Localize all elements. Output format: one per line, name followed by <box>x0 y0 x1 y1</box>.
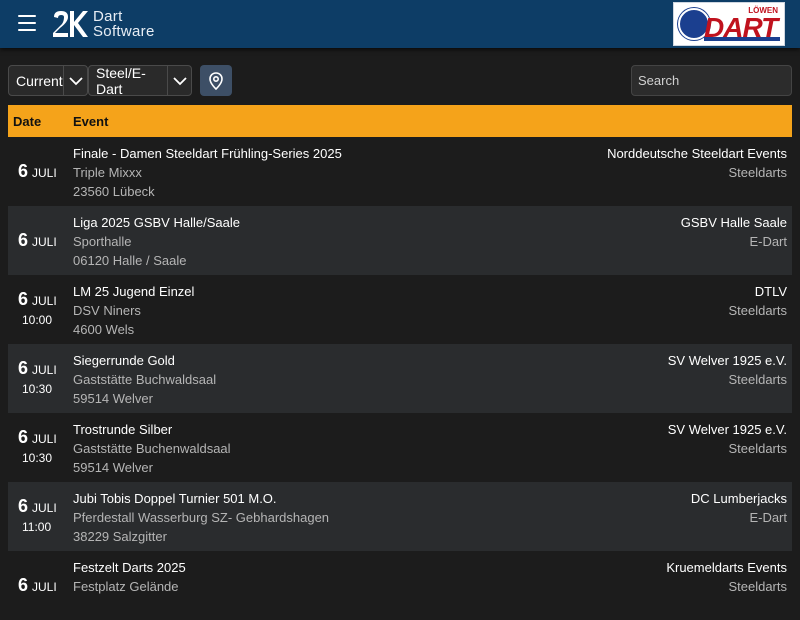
event-row[interactable]: 6 JULI 10:30 Trostrunde Silber Gaststätte Bu… <box>8 413 792 482</box>
event-row[interactable]: 6 JULI Festzelt Darts 2025 Festplatz Geländ… <box>8 551 792 620</box>
events-table-header: Date Event <box>8 105 792 137</box>
event-type: Steeldarts <box>728 165 787 180</box>
event-title: Festzelt Darts 2025 <box>73 560 186 575</box>
event-organizer: Kruemeldarts Events <box>666 560 787 575</box>
event-day: 6 <box>18 358 29 378</box>
event-title: LM 25 Jugend Einzel <box>73 284 195 299</box>
event-city: 38229 Salzgitter <box>73 529 167 544</box>
location-filter-button[interactable] <box>200 65 232 96</box>
events-list: 6 JULI Finale - Damen Steeldart Frühling-S… <box>8 137 792 620</box>
event-day: 6 <box>18 161 29 181</box>
period-select-label: Current <box>16 72 63 89</box>
event-type: E-Dart <box>749 510 787 525</box>
event-city: 06120 Halle / Saale <box>73 253 187 268</box>
event-month: JULI <box>32 363 57 377</box>
event-month: JULI <box>32 501 57 515</box>
chevron-down-icon <box>167 66 191 95</box>
event-title: Siegerrunde Gold <box>73 353 175 368</box>
event-city: 4600 Wels <box>73 322 135 337</box>
event-day: 6 <box>18 289 29 309</box>
event-title: Liga 2025 GSBV Halle/Saale <box>73 215 240 230</box>
event-venue: Sporthalle <box>73 234 132 249</box>
event-type: Steeldarts <box>728 441 787 456</box>
event-day: 6 <box>18 427 29 447</box>
partner-logo[interactable]: LÖWEN DART <box>673 2 785 46</box>
event-city: 59514 Welver <box>73 391 153 406</box>
event-city: 59514 Welver <box>73 460 153 475</box>
event-month: JULI <box>32 166 57 180</box>
event-time: 10:00 <box>22 313 53 327</box>
event-day: 6 <box>18 496 29 516</box>
event-row[interactable]: 6 JULI 11:00 Jubi Tobis Doppel Turnier 501 … <box>8 482 792 551</box>
event-venue: Pferdestall Wasserburg SZ- Gebhardshagen <box>73 510 330 525</box>
event-type: Steeldarts <box>728 303 787 318</box>
event-venue: DSV Niners <box>73 303 141 318</box>
column-header-event: Event <box>73 114 109 129</box>
event-venue: Gaststätte Buchwaldsaal <box>73 372 217 387</box>
event-title: Trostrunde Silber <box>73 422 173 437</box>
filter-toolbar: Current Steel/E-Dart <box>0 48 800 104</box>
event-row[interactable]: 6 JULI Finale - Damen Steeldart Frühling-S… <box>8 137 792 206</box>
event-row[interactable]: 6 JULI 10:30 Siegerrunde Gold Gaststätte Buc… <box>8 344 792 413</box>
event-organizer: SV Welver 1925 e.V. <box>667 353 787 368</box>
event-month: JULI <box>32 294 57 308</box>
event-organizer: DC Lumberjacks <box>690 491 787 506</box>
column-header-date: Date <box>13 114 42 129</box>
event-time: 10:30 <box>22 451 53 465</box>
map-pin-icon <box>209 71 223 90</box>
event-type: Steeldarts <box>728 579 787 594</box>
chevron-down-icon <box>63 66 87 95</box>
event-month: JULI <box>32 235 57 249</box>
2k-logo-icon <box>53 11 88 37</box>
event-day: 6 <box>18 230 29 250</box>
event-row[interactable]: 6 JULI 10:00 LM 25 Jugend Einzel DSV Niners 4… <box>8 275 792 344</box>
event-organizer: Norddeutsche Steeldart Events <box>607 146 787 161</box>
event-title: Jubi Tobis Doppel Turnier 501 M.O. <box>73 491 277 506</box>
period-select[interactable]: Current <box>8 65 88 96</box>
event-time: 11:00 <box>22 520 52 534</box>
event-title: Finale - Damen Steeldart Frühling-Series… <box>73 146 342 161</box>
event-city: 23560 Lübeck <box>73 184 155 199</box>
app-logo-text: Dart Software <box>93 9 155 39</box>
top-app-bar: Dart Software LÖWEN DART <box>0 0 800 48</box>
event-organizer: DTLV <box>754 284 787 299</box>
search-input[interactable] <box>631 65 792 96</box>
event-month: JULI <box>32 432 57 446</box>
logo-line-2: Software <box>93 23 155 40</box>
event-venue: Festplatz Gelände <box>73 579 179 594</box>
partner-logo-underline <box>704 37 780 41</box>
event-month: JULI <box>32 580 57 594</box>
event-type: E-Dart <box>749 234 787 249</box>
menu-icon[interactable] <box>18 15 36 31</box>
event-type: Steeldarts <box>728 372 787 387</box>
event-row[interactable]: 6 JULI Liga 2025 GSBV Halle/Saale Sporthall… <box>8 206 792 275</box>
event-venue: Gaststätte Buchenwaldsaal <box>73 441 231 456</box>
logo-line-1: Dart <box>93 8 123 25</box>
event-organizer: GSBV Halle Saale <box>680 215 787 230</box>
category-select[interactable]: Steel/E-Dart <box>88 64 192 97</box>
event-day: 6 <box>18 575 29 595</box>
event-organizer: SV Welver 1925 e.V. <box>667 422 787 437</box>
category-select-label: Steel/E-Dart <box>96 64 146 97</box>
event-time: 10:30 <box>22 382 53 396</box>
event-venue: Triple Mixxx <box>73 165 142 180</box>
